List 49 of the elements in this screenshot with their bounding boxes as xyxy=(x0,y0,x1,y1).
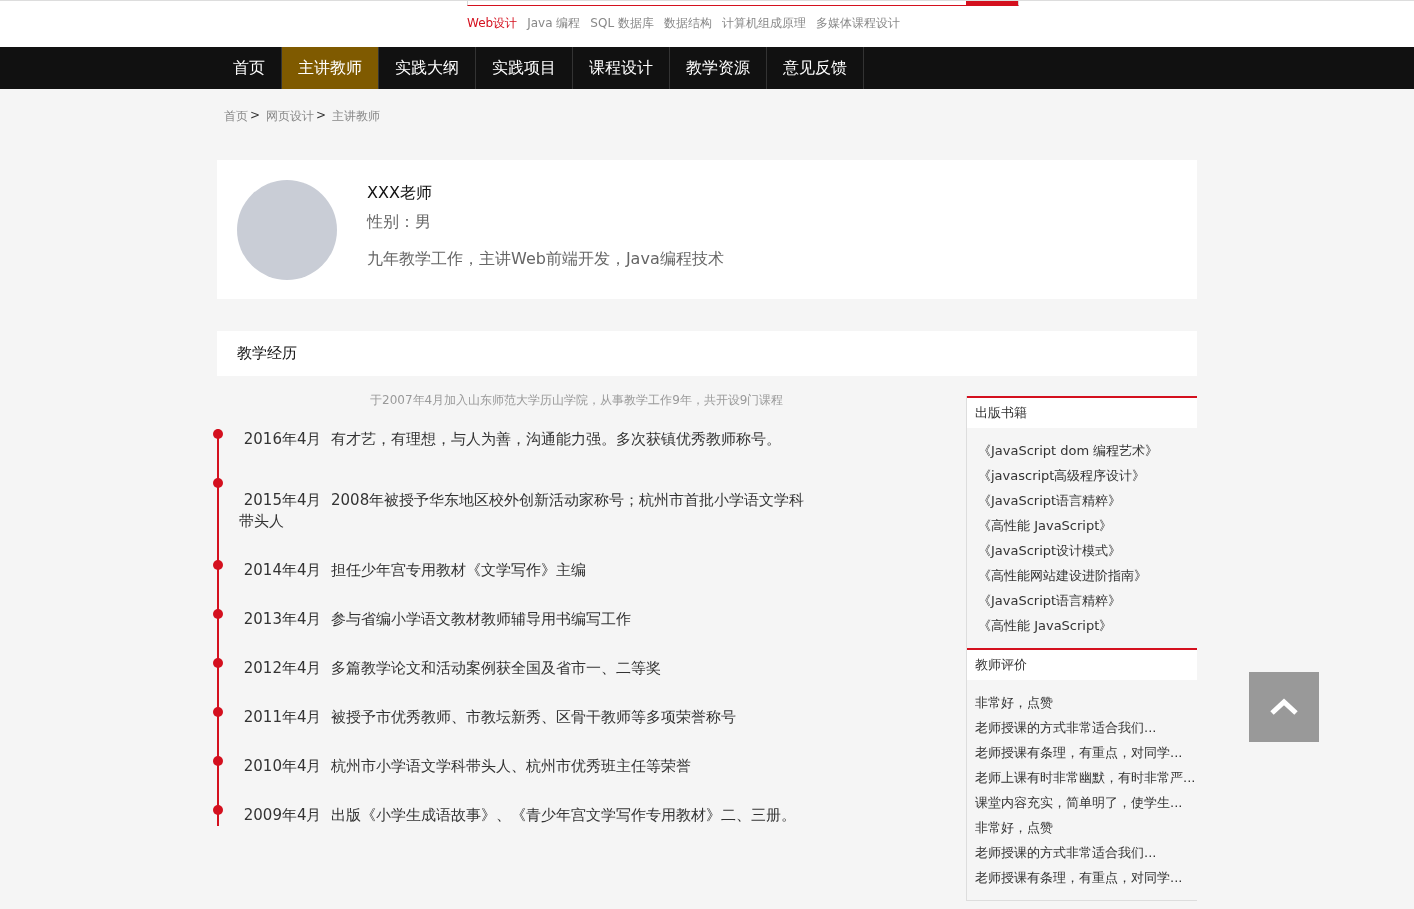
book-link[interactable]: 《JavaScript dom 编程艺术》 xyxy=(975,442,1197,467)
book-link[interactable]: 《高性能 JavaScript》 xyxy=(975,617,1197,642)
review-link[interactable]: 老师授课的方式非常适合我们... xyxy=(975,844,1197,869)
nav-item[interactable]: 主讲教师 xyxy=(282,47,379,89)
teacher-intro: 九年教学工作，主讲Web前端开发，Java编程技术 xyxy=(367,249,724,270)
nav-item[interactable]: 实践大纲 xyxy=(379,47,476,89)
timeline-entry: 2009年4月 出版《小学生成语故事》、《青少年宫文学写作专用教材》二、三册。 xyxy=(242,805,798,826)
experience-summary: 于2007年4月加入山东师范大学历山学院，从事教学工作9年，共开设9门课程 xyxy=(369,392,785,409)
breadcrumb-link[interactable]: 首页 xyxy=(224,108,248,160)
nav-item[interactable]: 课程设计 xyxy=(573,47,670,89)
book-link[interactable]: 《高性能网站建设进阶指南》 xyxy=(975,567,1197,592)
hot-link[interactable]: 多媒体课程设计 xyxy=(815,15,900,32)
review-link[interactable]: 老师授课有条理，有重点，对同学... xyxy=(975,869,1197,894)
hot-link[interactable]: Web设计 xyxy=(467,15,518,32)
timeline-entry: 2011年4月 被授予市优秀教师、市教坛新秀、区骨干教师等多项荣誉称号 xyxy=(242,707,738,728)
timeline-entry: 2010年4月 杭州市小学语文学科带头人、杭州市优秀班主任等荣誉 xyxy=(242,756,693,777)
hot-link[interactable]: 计算机组成原理 xyxy=(721,15,806,32)
chevron-up-icon xyxy=(1269,698,1299,716)
review-link[interactable]: 课堂内容充实，简单明了，使学生... xyxy=(975,794,1197,819)
timeline-entry: 2015年4月 2008年被授予华东地区校外创新活动家称号；杭州市首批小学语文学科带头人 xyxy=(239,490,806,532)
hot-link[interactable]: SQL 数据库 xyxy=(590,15,654,32)
timeline-entry: 2012年4月 多篇教学论文和活动案例获全国及省市一、二等奖 xyxy=(242,658,663,679)
review-link[interactable]: 老师上课有时非常幽默，有时非常严... xyxy=(975,769,1197,794)
breadcrumb-separator: > xyxy=(316,108,327,124)
book-link[interactable]: 《高性能 JavaScript》 xyxy=(975,517,1197,542)
panel-title: 出版书籍 xyxy=(967,396,1197,428)
nav-item[interactable]: 实践项目 xyxy=(476,47,573,89)
review-link[interactable]: 非常好，点赞 xyxy=(975,694,1197,719)
hot-link[interactable]: Java 编程 xyxy=(527,15,581,32)
book-link[interactable]: 《JavaScript语言精粹》 xyxy=(975,492,1197,517)
book-link[interactable]: 《javascript高级程序设计》 xyxy=(975,467,1197,492)
timeline-entry: 2013年4月 参与省编小学语文教材教师辅导用书编写工作 xyxy=(242,609,633,630)
panel-title: 教师评价 xyxy=(967,648,1197,680)
teacher-gender: 性别：男 xyxy=(367,212,432,233)
book-link[interactable]: 《JavaScript语言精粹》 xyxy=(975,592,1197,617)
review-link[interactable]: 老师授课有条理，有重点，对同学... xyxy=(975,744,1197,769)
search-field[interactable] xyxy=(467,1,1019,6)
breadcrumb-separator: > xyxy=(250,108,261,124)
teacher-name: XXX老师 xyxy=(367,183,433,204)
timeline-entry: 2014年4月 担任少年宫专用教材《文学写作》主编 xyxy=(242,560,588,581)
back-to-top-button[interactable] xyxy=(1249,672,1319,742)
nav-item[interactable]: 意见反馈 xyxy=(767,47,864,89)
timeline-entry: 2016年4月 有才艺，有理想，与人为善，沟通能力强。多次获镇优秀教师称号。 xyxy=(242,429,783,450)
review-link[interactable]: 老师授课的方式非常适合我们... xyxy=(975,719,1197,744)
review-link[interactable]: 非常好，点赞 xyxy=(975,819,1197,844)
book-link[interactable]: 《JavaScript设计模式》 xyxy=(975,542,1197,567)
section-title: 教学经历 xyxy=(217,331,1197,376)
nav-item[interactable]: 教学资源 xyxy=(670,47,767,89)
hot-link[interactable]: 数据结构 xyxy=(663,15,712,32)
